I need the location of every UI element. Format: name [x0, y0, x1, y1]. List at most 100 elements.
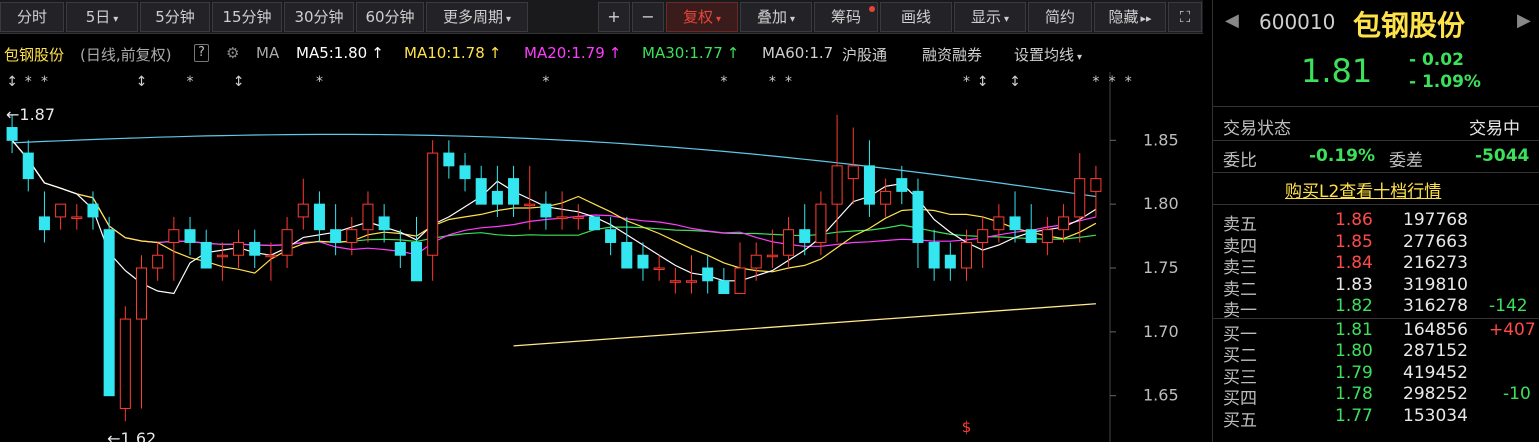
candle-down [443, 152, 455, 167]
candle-up [734, 267, 746, 295]
y-tick-label: 1.80 [1143, 194, 1179, 213]
candle-up [1074, 178, 1086, 218]
ma-indicator-bar: 包钢股份 (日线,前复权) ? ⚙ MA MA5:1.80 ↑ MA10:1.78… [0, 34, 1110, 72]
fullscreen-button[interactable]: ⛶ [1168, 2, 1202, 32]
prev-stock-arrow-icon[interactable]: ◀ [1225, 10, 1239, 31]
double-chevron-right-icon: ▸▸ [1140, 12, 1152, 25]
chevron-down-icon: ▾ [789, 14, 796, 25]
high-price-label: ←1.87 [6, 105, 55, 124]
bid-row[interactable]: 买五 1.77 153034 [1213, 406, 1539, 431]
candle-down [103, 229, 115, 397]
bid-row[interactable]: 买四 1.78 298252 -10 [1213, 384, 1539, 409]
more-periods-dropdown[interactable]: 更多周期 ▾ [426, 2, 528, 32]
draw-line-button[interactable]: 画线 [880, 2, 952, 32]
candle-down [702, 267, 714, 282]
current-price: 1.81 [1301, 52, 1373, 90]
zoom-in-button[interactable]: + [598, 2, 630, 32]
candle-up [815, 203, 827, 243]
gear-icon[interactable]: ⚙ [226, 44, 239, 62]
candle-down [22, 152, 34, 180]
order-volume: 197768 [1403, 210, 1468, 230]
candle-down [637, 254, 649, 269]
candle-up [152, 254, 164, 269]
period-5day-button[interactable]: 5日 ▾ [66, 2, 138, 32]
ask-row[interactable]: 卖四 1.85 277663 [1213, 231, 1539, 257]
candle-down [863, 165, 875, 205]
candle-down [184, 229, 196, 243]
ask-row[interactable]: 卖二 1.83 319810 [1213, 275, 1539, 300]
low-price-label: ←1.62 [107, 429, 156, 442]
ma-settings-dropdown[interactable]: 设置均线 ▾ [1014, 44, 1082, 65]
candle-up [669, 280, 681, 283]
candle-up [960, 241, 973, 269]
next-stock-arrow-icon[interactable]: ▶ [1517, 10, 1531, 31]
order-volume: 316278 [1403, 296, 1468, 316]
order-level-label: 买五 [1223, 410, 1257, 431]
candle-down [944, 254, 956, 269]
order-volume: 298252 [1403, 384, 1468, 404]
event-marker: * [1092, 74, 1099, 90]
candle-down [588, 216, 600, 231]
chevron-down-icon: ▾ [715, 14, 722, 25]
event-marker: ↕ [977, 74, 989, 90]
period-5min-button[interactable]: 5分钟 [140, 2, 210, 32]
ma10-value: MA10:1.78 ↑ [404, 44, 502, 62]
ask-row[interactable]: 卖三 1.84 216273 [1213, 253, 1539, 278]
chevron-down-icon: ▾ [1003, 14, 1010, 25]
order-price: 1.84 [1335, 253, 1373, 273]
order-price: 1.82 [1335, 296, 1373, 316]
hide-panel-button[interactable]: 隐藏 ▸▸ [1094, 2, 1166, 32]
order-volume: 216273 [1403, 253, 1468, 273]
price-change-pct: - 1.09% [1409, 72, 1481, 92]
help-icon[interactable]: ? [194, 44, 209, 62]
bid-row[interactable]: 买二 1.80 287152 [1213, 341, 1539, 366]
period-15min-button[interactable]: 15分钟 [212, 2, 282, 32]
ask-row[interactable]: 卖五 1.86 197768 [1213, 210, 1539, 235]
candle-up [1058, 216, 1070, 231]
bid-row[interactable]: 买一 1.81 164856 +407 [1213, 320, 1539, 345]
hgt-link[interactable]: 沪股通 [842, 44, 887, 65]
candle-down [410, 241, 423, 282]
simple-mode-button[interactable]: 简约 [1028, 2, 1092, 32]
candle-up [216, 254, 228, 258]
candle-up [71, 216, 83, 219]
candle-up [977, 229, 989, 243]
event-marker: * [25, 74, 32, 90]
ma20-value: MA20:1.79 ↑ [524, 44, 622, 62]
y-tick-label: 1.75 [1143, 258, 1179, 277]
event-marker: * [963, 74, 970, 90]
period-30min-button[interactable]: 30分钟 [284, 2, 354, 32]
divider [1213, 172, 1539, 173]
ma5-value: MA5:1.80 ↑ [296, 44, 384, 62]
period-60min-button[interactable]: 60分钟 [356, 2, 424, 32]
overlay-dropdown[interactable]: 叠加 ▾ [740, 2, 812, 32]
candle-up [880, 190, 892, 205]
display-dropdown[interactable]: 显示 ▾ [954, 2, 1026, 32]
weibi-value: -0.19% [1309, 146, 1376, 166]
event-marker: ↕ [6, 74, 18, 90]
candle-down [200, 241, 212, 269]
candlestick-chart[interactable]: 1.85 1.80 1.75 1.70 1.65 ↕ * * ↕ * ↕ * * * * * * ↕ ↕ * * * ←1.… [0, 72, 1203, 442]
candle-up [1090, 178, 1102, 192]
order-volume: 277663 [1403, 231, 1468, 252]
candle-up [685, 280, 698, 283]
buy-l2-link[interactable]: 购买L2查看十档行情 [1285, 177, 1441, 202]
event-marker: * [187, 74, 194, 90]
order-volume: 419452 [1403, 362, 1468, 383]
margin-trading-link[interactable]: 融资融券 [922, 44, 982, 65]
candle-up [572, 216, 584, 219]
order-price: 1.79 [1335, 362, 1373, 383]
candle-down [6, 127, 18, 141]
zoom-out-button[interactable]: − [632, 2, 664, 32]
event-marker: ↕ [1009, 74, 1021, 90]
candle-down [912, 190, 924, 243]
chip-distribution-button[interactable]: 筹码 [814, 2, 878, 32]
event-marker: ↕ [233, 74, 245, 90]
ask-row[interactable]: 卖一 1.82 316278 -142 [1213, 296, 1539, 321]
bid-row[interactable]: 买三 1.79 419452 [1213, 362, 1539, 388]
divider [1213, 106, 1539, 107]
adjust-price-dropdown[interactable]: 复权 ▾ [666, 2, 738, 32]
stock-code: 600010 [1259, 10, 1336, 34]
period-intraday-button[interactable]: 分时 [0, 2, 64, 32]
arrow-up-icon: ↑ [371, 44, 384, 62]
